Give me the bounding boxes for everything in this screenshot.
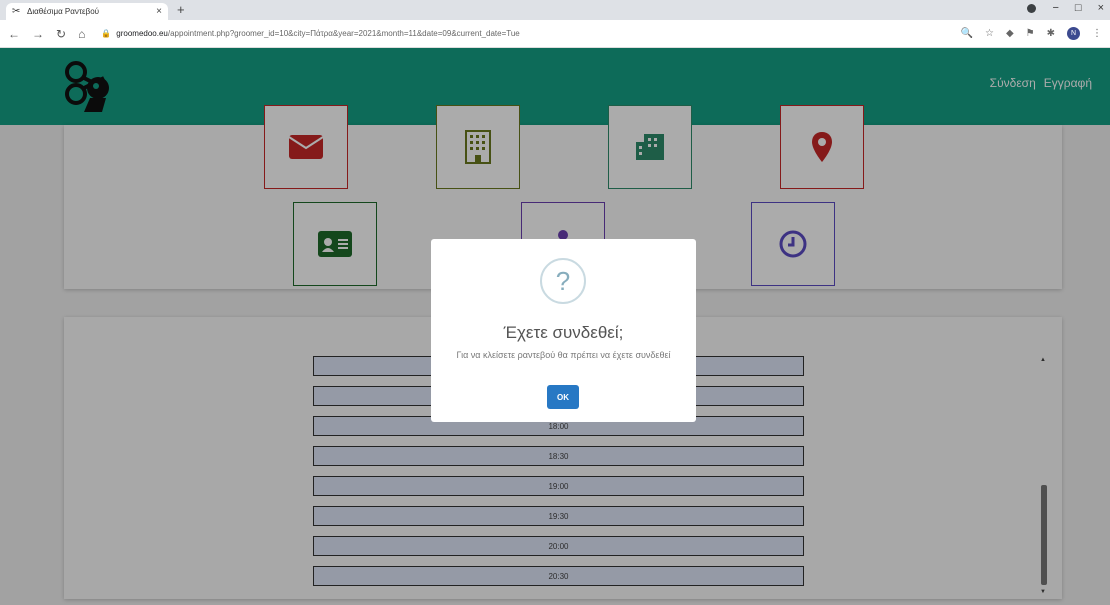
profile-avatar[interactable]: N xyxy=(1067,27,1080,40)
dialog-message: Για να κλείσετε ραντεβού θα πρέπει να έχ… xyxy=(456,350,671,360)
address-bar-actions: 🔍 ☆ ◆ ⚑ ✱ N ⋮ xyxy=(961,27,1102,40)
lock-icon: 🔒 xyxy=(101,29,112,38)
reload-icon[interactable]: ↻ xyxy=(56,27,66,41)
url-path: /appointment.php?groomer_id=10&city=Πάτρ… xyxy=(167,29,520,38)
extensions-puzzle-icon[interactable]: ✱ xyxy=(1047,28,1055,39)
browser-menu-icon[interactable] xyxy=(1027,3,1037,13)
minimize-icon[interactable]: − xyxy=(1052,2,1058,14)
kebab-menu-icon[interactable]: ⋮ xyxy=(1092,28,1102,39)
bookmark-star-icon[interactable]: ☆ xyxy=(985,28,994,39)
tab-title: Διαθέσιμα Ραντεβού xyxy=(27,7,100,16)
question-icon: ? xyxy=(540,258,586,304)
login-required-dialog: ? Έχετε συνδεθεί; Για να κλείσετε ραντεβ… xyxy=(431,239,696,422)
url-field[interactable]: 🔒 groomedoo.eu /appointment.php?groomer_… xyxy=(101,29,519,38)
maximize-icon[interactable]: □ xyxy=(1075,2,1082,14)
address-bar: ← → ↻ ⌂ 🔒 groomedoo.eu /appointment.php?… xyxy=(0,20,1110,48)
site-favicon-icon: ✂ xyxy=(12,5,21,17)
url-host: groomedoo.eu xyxy=(116,29,168,38)
browser-tab[interactable]: ✂ Διαθέσιμα Ραντεβού × xyxy=(6,3,168,20)
zoom-icon[interactable]: 🔍 xyxy=(961,28,973,39)
extension-icon[interactable]: ◆ xyxy=(1006,28,1014,39)
window-controls: − □ × xyxy=(1027,2,1104,14)
dialog-title: Έχετε συνδεθεί; xyxy=(503,323,624,342)
back-icon[interactable]: ← xyxy=(8,27,20,41)
home-icon[interactable]: ⌂ xyxy=(78,27,85,41)
close-window-icon[interactable]: × xyxy=(1098,2,1104,14)
forward-icon[interactable]: → xyxy=(32,27,44,41)
tab-close-icon[interactable]: × xyxy=(156,6,162,17)
browser-tab-bar: ✂ Διαθέσιμα Ραντεβού × + − □ × xyxy=(0,0,1110,20)
extension-flag-icon[interactable]: ⚑ xyxy=(1026,28,1035,39)
new-tab-button[interactable]: + xyxy=(177,2,185,17)
ok-button[interactable]: OK xyxy=(547,385,579,409)
